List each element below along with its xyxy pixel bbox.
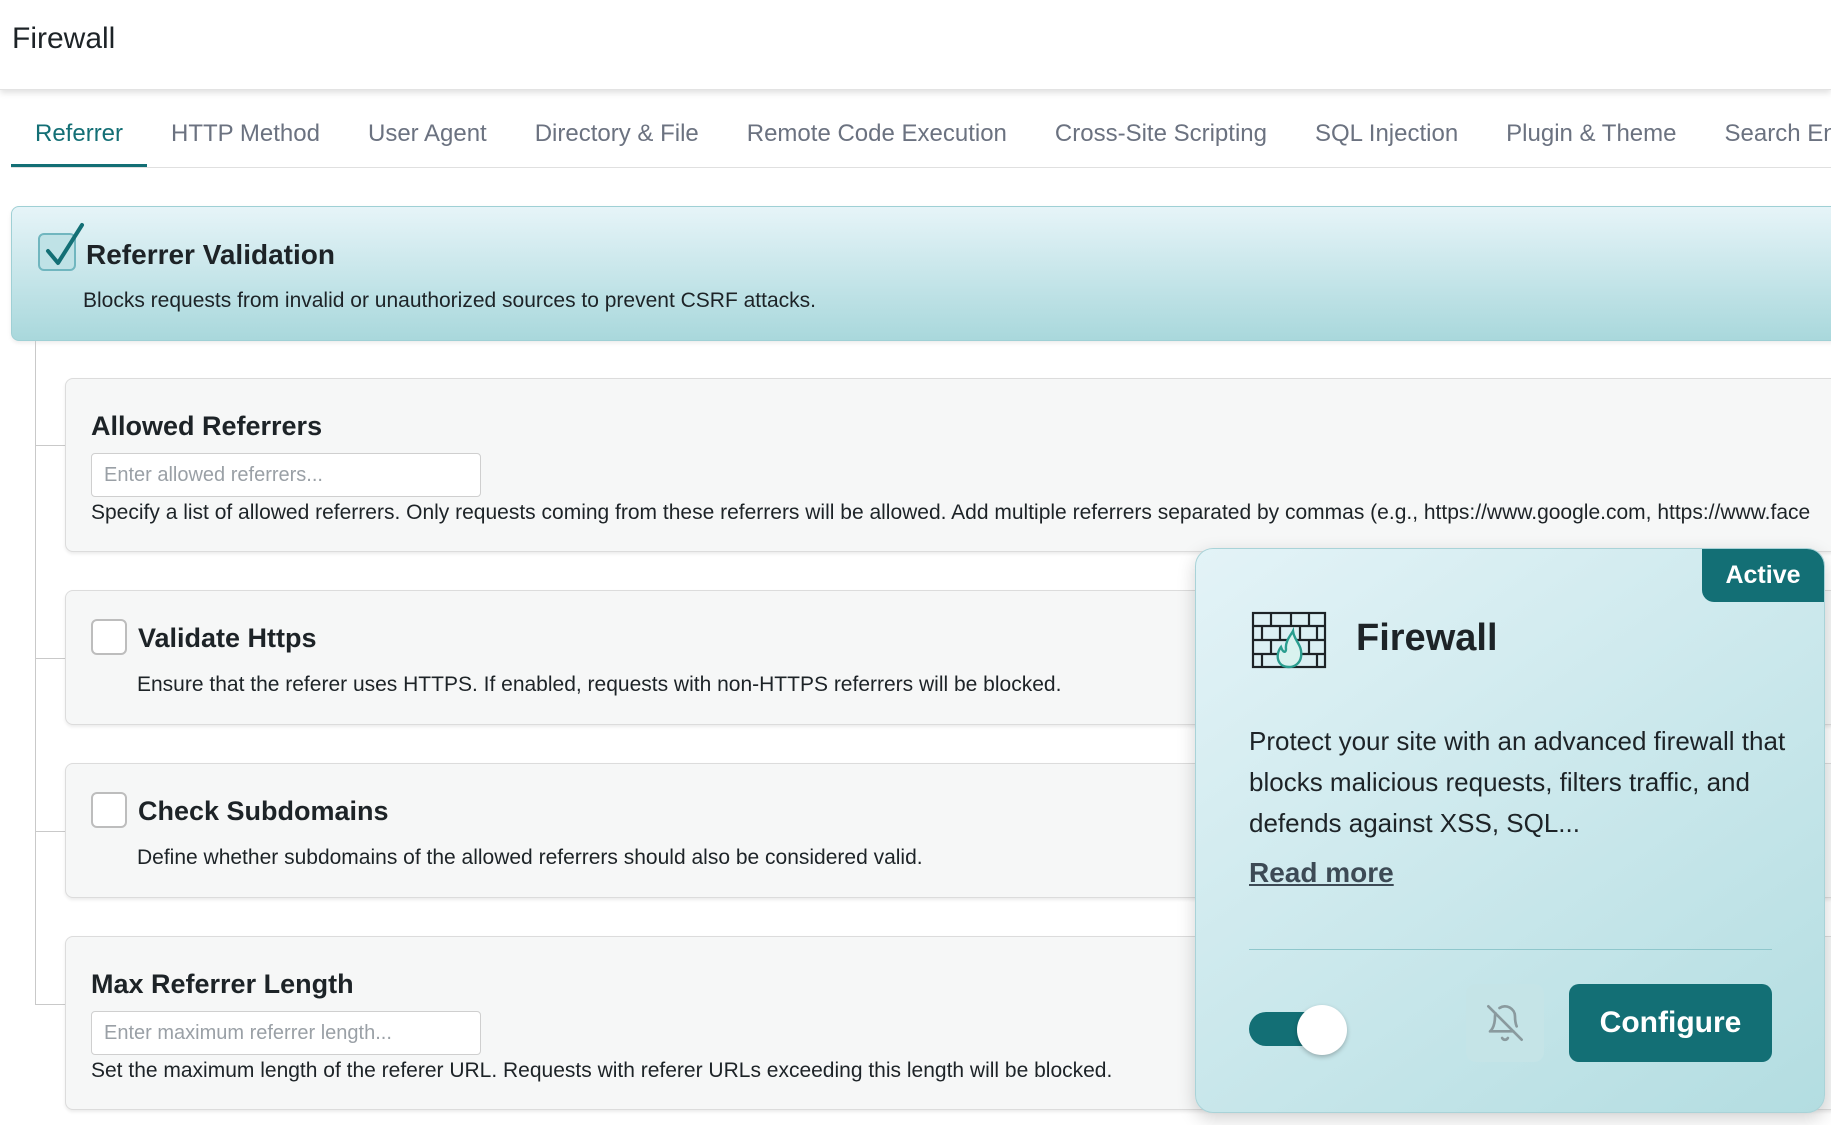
tab-sql-injection[interactable]: SQL Injection [1291,108,1482,167]
allowed-referrers-section: Allowed Referrers Specify a list of allo… [65,378,1831,552]
tree-branch [35,445,65,446]
tab-directory-file[interactable]: Directory & File [511,108,723,167]
bell-off-icon [1487,1005,1523,1042]
tab-http-method[interactable]: HTTP Method [147,108,344,167]
checkmark-icon [46,223,84,265]
module-toggle[interactable] [1249,1005,1347,1055]
tab-bar: Referrer HTTP Method User Agent Director… [11,108,1831,168]
tab-referrer[interactable]: Referrer [11,108,148,167]
validate-https-checkbox[interactable] [91,619,127,655]
validate-https-title: Validate Https [138,623,317,653]
tab-search-engine[interactable]: Search En [1701,108,1831,167]
tree-connector [35,341,36,1005]
divider [1249,949,1772,950]
allowed-referrers-input[interactable] [91,453,481,497]
configure-button[interactable]: Configure [1569,984,1772,1062]
allowed-referrers-title: Allowed Referrers [91,411,323,441]
max-referrer-length-description: Set the maximum length of the referer UR… [91,1059,1113,1082]
tree-branch [35,1004,65,1005]
firewall-brick-flame-icon [1251,611,1327,669]
tab-remote-code-execution[interactable]: Remote Code Execution [723,108,1031,167]
check-subdomains-checkbox[interactable] [91,792,127,828]
tree-branch [35,831,65,832]
referrer-validation-title: Referrer Validation [86,239,335,270]
toggle-knob [1297,1005,1347,1055]
allowed-referrers-description: Specify a list of allowed referrers. Onl… [91,501,1811,524]
max-referrer-length-input[interactable] [91,1011,481,1055]
module-title: Firewall [1356,617,1498,659]
tab-user-agent[interactable]: User Agent [344,108,511,167]
referrer-validation-checkbox[interactable] [38,223,84,271]
validate-https-description: Ensure that the referer uses HTTPS. If e… [137,673,1062,696]
tab-plugin-theme[interactable]: Plugin & Theme [1482,108,1700,167]
referrer-validation-description: Blocks requests from invalid or unauthor… [83,289,816,312]
status-badge: Active [1702,549,1824,602]
page-title: Firewall [12,22,116,55]
max-referrer-length-title: Max Referrer Length [91,969,354,999]
tab-cross-site-scripting[interactable]: Cross-Site Scripting [1031,108,1291,167]
read-more-link[interactable]: Read more [1249,857,1394,889]
tree-branch [35,658,65,659]
module-description: Protect your site with an advanced firew… [1249,726,1786,838]
referrer-validation-card: Referrer Validation Blocks requests from… [11,206,1831,341]
firewall-settings-page: Firewall Referrer HTTP Method User Agent… [0,0,1831,1125]
check-subdomains-description: Define whether subdomains of the allowed… [137,846,923,869]
firewall-module-card: Active Firewall Protect your site with a… [1195,548,1825,1113]
header-bar: Firewall [0,0,1831,90]
notifications-button[interactable] [1466,984,1544,1062]
check-subdomains-title: Check Subdomains [138,796,389,826]
